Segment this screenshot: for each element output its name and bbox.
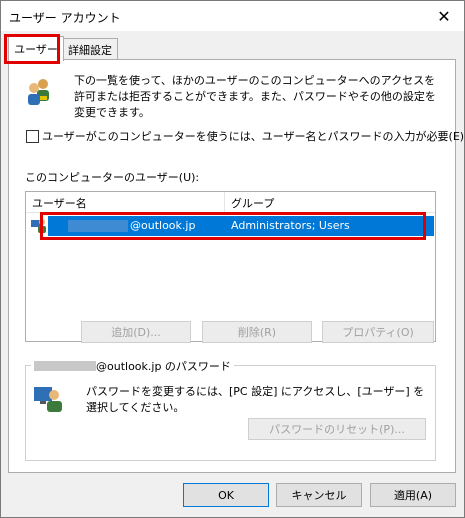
column-header-group[interactable]: グループ bbox=[231, 195, 274, 211]
list-header: ユーザー名 グループ bbox=[26, 192, 435, 213]
tab-advanced[interactable]: 詳細設定 bbox=[62, 38, 118, 61]
require-login-checkbox[interactable] bbox=[26, 129, 39, 143]
remove-user-button[interactable]: 削除(R) bbox=[202, 321, 312, 343]
users-icon bbox=[28, 79, 49, 105]
info-text: 下の一覧を使って、ほかのユーザーのこのコンピューターへのアクセスを許可または拒否… bbox=[74, 74, 436, 119]
column-separator[interactable] bbox=[224, 192, 225, 212]
require-login-label: ユーザーがこのコンピューターを使うには、ユーザー名とパスワードの入力が必要(E) bbox=[42, 130, 465, 143]
reset-password-button[interactable]: パスワードのリセット(P)... bbox=[248, 418, 426, 440]
add-user-button[interactable]: 追加(D)... bbox=[81, 321, 191, 343]
row-highlight-box bbox=[40, 212, 426, 240]
apply-button[interactable]: 適用(A) bbox=[370, 483, 456, 507]
ok-button[interactable]: OK bbox=[183, 483, 269, 507]
password-legend-text: @outlook.jp のパスワード bbox=[96, 360, 231, 373]
close-button[interactable]: ✕ bbox=[424, 1, 464, 31]
user-password-icon bbox=[34, 387, 62, 412]
redacted-username bbox=[34, 361, 96, 371]
password-instructions: パスワードを変更するには、[PC 設定] にアクセスし、[ユーザー] を選択して… bbox=[86, 385, 425, 414]
column-header-username[interactable]: ユーザー名 bbox=[32, 195, 87, 211]
tab-highlight-box bbox=[4, 34, 60, 64]
require-login-row[interactable]: ユーザーがこのコンピューターを使うには、ユーザー名とパスワードの入力が必要(E) bbox=[26, 128, 464, 144]
properties-button[interactable]: プロパティ(O) bbox=[322, 321, 434, 343]
cancel-button[interactable]: キャンセル bbox=[276, 483, 362, 507]
password-group-legend: @outlook.jp のパスワード bbox=[31, 358, 234, 374]
title-bar: ユーザー アカウント ✕ bbox=[1, 1, 464, 31]
window-title: ユーザー アカウント bbox=[9, 11, 121, 25]
users-list-label: このコンピューターのユーザー(U): bbox=[25, 171, 200, 184]
